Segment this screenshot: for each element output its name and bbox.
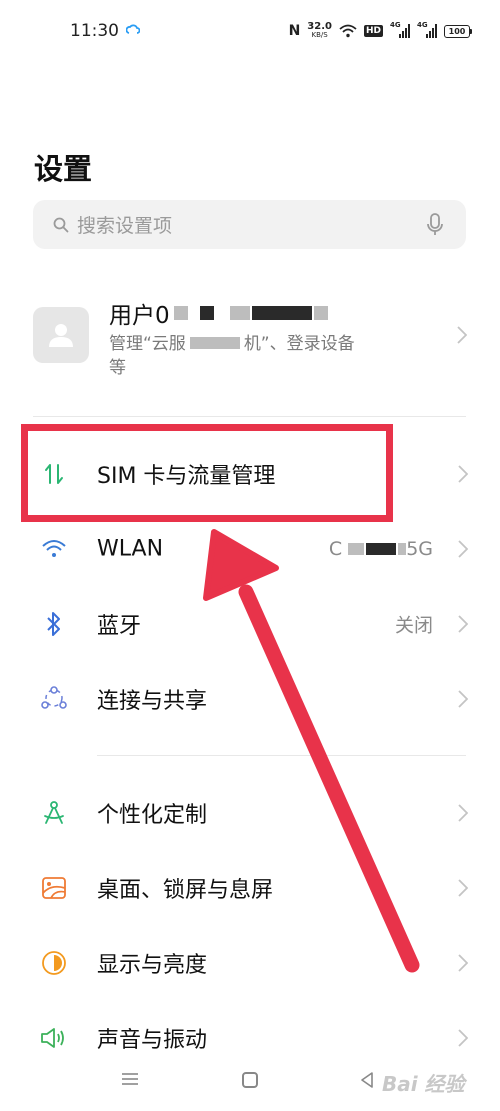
wifi-status-icon [339,24,357,38]
menu-icon[interactable] [121,1072,139,1086]
search-input[interactable]: 搜索设置项 [77,211,426,238]
wallpaper-icon [40,874,68,902]
settings-item-label: 蓝牙 [97,613,142,639]
page-title: 设置 [34,152,93,186]
cloud-sync-icon [126,24,140,34]
bluetooth-icon [40,610,68,638]
search-icon [53,217,69,232]
watermark: Bai 经验 [382,1072,465,1096]
brightness-icon [40,949,68,977]
user-icon [49,324,73,347]
status-indicators: N 32.0 KB/S HD 4G 4G 100 [289,20,472,42]
settings-item-personalization[interactable]: 个性化定制 [0,775,500,850]
signal-icon-2: 4G [417,21,437,38]
chevron-right-icon [458,878,468,897]
account-row[interactable]: 用户0 管理“云服 机”、登录设备 等 [33,282,473,392]
chevron-right-icon [458,614,468,633]
bluetooth-status: 关闭 [394,614,433,636]
settings-item-display[interactable]: 显示与亮度 [0,925,500,1000]
account-name: 用户0 [109,296,328,330]
chevron-right-icon [458,953,468,972]
battery-icon: 100 [444,24,472,38]
settings-item-label: 个性化定制 [97,802,208,828]
settings-item-label: 显示与亮度 [97,952,208,978]
settings-item-wlan[interactable]: WLAN C 5G [0,511,500,586]
chevron-right-icon [458,803,468,822]
signal-icon-1: 4G [390,21,410,38]
status-bar: 11:30 N 32.0 KB/S HD 4G 4G 100 [0,0,500,62]
divider [97,755,466,756]
wifi-icon [40,535,68,563]
settings-item-bluetooth[interactable]: 蓝牙 关闭 [0,586,500,661]
avatar [33,307,89,363]
settings-item-label: 声音与振动 [97,1027,208,1053]
account-description: 管理“云服 机”、登录设备 等 [109,334,355,378]
hd-badge: HD [363,25,383,37]
network-speed: 32.0 KB/S [307,21,332,40]
chevron-right-icon [457,326,467,344]
back-icon[interactable] [360,1072,374,1088]
settings-item-label: WLAN [97,536,164,561]
search-bar[interactable]: 搜索设置项 [33,200,466,249]
divider [33,416,466,417]
speaker-icon [40,1024,68,1052]
chevron-right-icon [458,1028,468,1047]
wlan-network-name: C 5G [328,537,433,560]
microphone-icon[interactable] [426,212,444,237]
personalization-icon [40,799,68,827]
settings-item-connection[interactable]: 连接与共享 [0,661,500,736]
settings-item-desktop[interactable]: 桌面、锁屏与息屏 [0,850,500,925]
status-time: 11:30 [70,21,119,41]
chevron-right-icon [458,539,468,558]
chevron-right-icon [458,689,468,708]
nfc-icon: N [288,23,301,39]
home-button[interactable] [242,1072,258,1088]
connection-share-icon [40,685,68,713]
settings-item-label: 桌面、锁屏与息屏 [97,877,274,903]
chevron-right-icon [458,464,468,483]
settings-item-label: 连接与共享 [97,688,208,714]
highlight-box [21,424,393,522]
navigation-bar: Bai 经验 [0,1060,500,1111]
